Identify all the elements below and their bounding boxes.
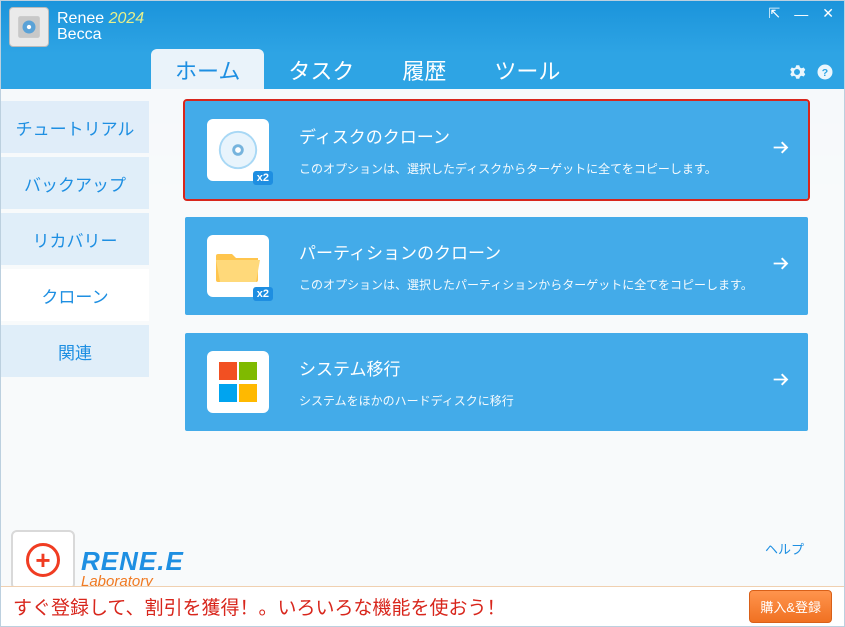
buy-register-button[interactable]: 購入&登録 [749, 590, 832, 623]
sidebar-item-tutorial[interactable]: チュートリアル [1, 101, 149, 153]
body: チュートリアル バックアップ リカバリー クローン 関連 x2 ディスクのクロー… [1, 89, 844, 626]
x2-badge: x2 [253, 287, 273, 301]
header-right-icons: ? [788, 63, 834, 81]
sidebar-item-recovery[interactable]: リカバリー [1, 213, 149, 265]
keyboard-plus-icon: + [11, 530, 75, 590]
tab-home[interactable]: ホーム [151, 49, 264, 89]
app-year: 2024 [109, 10, 145, 27]
pin-icon[interactable]: ⇱ [769, 5, 781, 22]
card-desc: このオプションは、選択したパーティションからターゲットに全てをコピーします。 [299, 276, 786, 293]
x2-badge: x2 [253, 171, 273, 185]
card-title: パーティションのクローン [299, 239, 786, 264]
footer-bar: すぐ登録して、割引を獲得！。いろいろな機能を使おう！ 購入&登録 [1, 586, 844, 626]
sidebar-item-clone[interactable]: クローン [1, 269, 149, 321]
minimize-icon[interactable]: — [794, 6, 808, 22]
card-desc: システムをほかのハードディスクに移行 [299, 392, 786, 409]
sidebar-item-related[interactable]: 関連 [1, 325, 149, 377]
promo-text: すぐ登録して、割引を獲得！。いろいろな機能を使おう！ [13, 593, 749, 620]
app-window: Renee 2024 Becca ⇱ — ✕ ホーム タスク 履歴 ツール ? … [0, 0, 845, 627]
arrow-right-icon [770, 369, 792, 396]
card-title: ディスクのクローン [299, 123, 786, 148]
windows-icon [207, 351, 269, 413]
tab-history[interactable]: 履歴 [378, 49, 470, 89]
tab-tool[interactable]: ツール [470, 49, 584, 89]
sidebar-item-backup[interactable]: バックアップ [1, 157, 149, 209]
tab-task[interactable]: タスク [264, 49, 378, 89]
brand: Renee 2024 Becca [1, 1, 152, 53]
svg-text:?: ? [822, 67, 828, 79]
arrow-right-icon [770, 137, 792, 164]
arrow-right-icon [770, 253, 792, 280]
card-partition-clone[interactable]: x2 パーティションのクローン このオプションは、選択したパーティションからター… [185, 217, 808, 315]
footer: + RENE.E Laboratory すぐ登録して、割引を獲得！。いろいろな機… [1, 526, 844, 626]
disc-icon: x2 [207, 119, 269, 181]
main-tabs: ホーム タスク 履歴 ツール [151, 49, 584, 89]
header: Renee 2024 Becca ⇱ — ✕ ホーム タスク 履歴 ツール ? [1, 1, 844, 89]
safe-icon [9, 7, 49, 47]
card-disk-clone[interactable]: x2 ディスクのクローン このオプションは、選択したディスクからターゲットに全て… [185, 101, 808, 199]
card-title: システム移行 [299, 355, 786, 380]
help-icon[interactable]: ? [816, 63, 834, 81]
footer-brand: + RENE.E Laboratory [11, 530, 184, 590]
app-sub: Becca [57, 26, 144, 44]
gear-icon[interactable] [788, 63, 806, 81]
card-system-migration[interactable]: システム移行 システムをほかのハードディスクに移行 [185, 333, 808, 431]
card-desc: このオプションは、選択したディスクからターゲットに全てをコピーします。 [299, 160, 786, 177]
close-icon[interactable]: ✕ [822, 5, 834, 22]
folder-icon: x2 [207, 235, 269, 297]
window-controls: ⇱ — ✕ [769, 5, 834, 22]
app-name: Renee [57, 10, 104, 27]
